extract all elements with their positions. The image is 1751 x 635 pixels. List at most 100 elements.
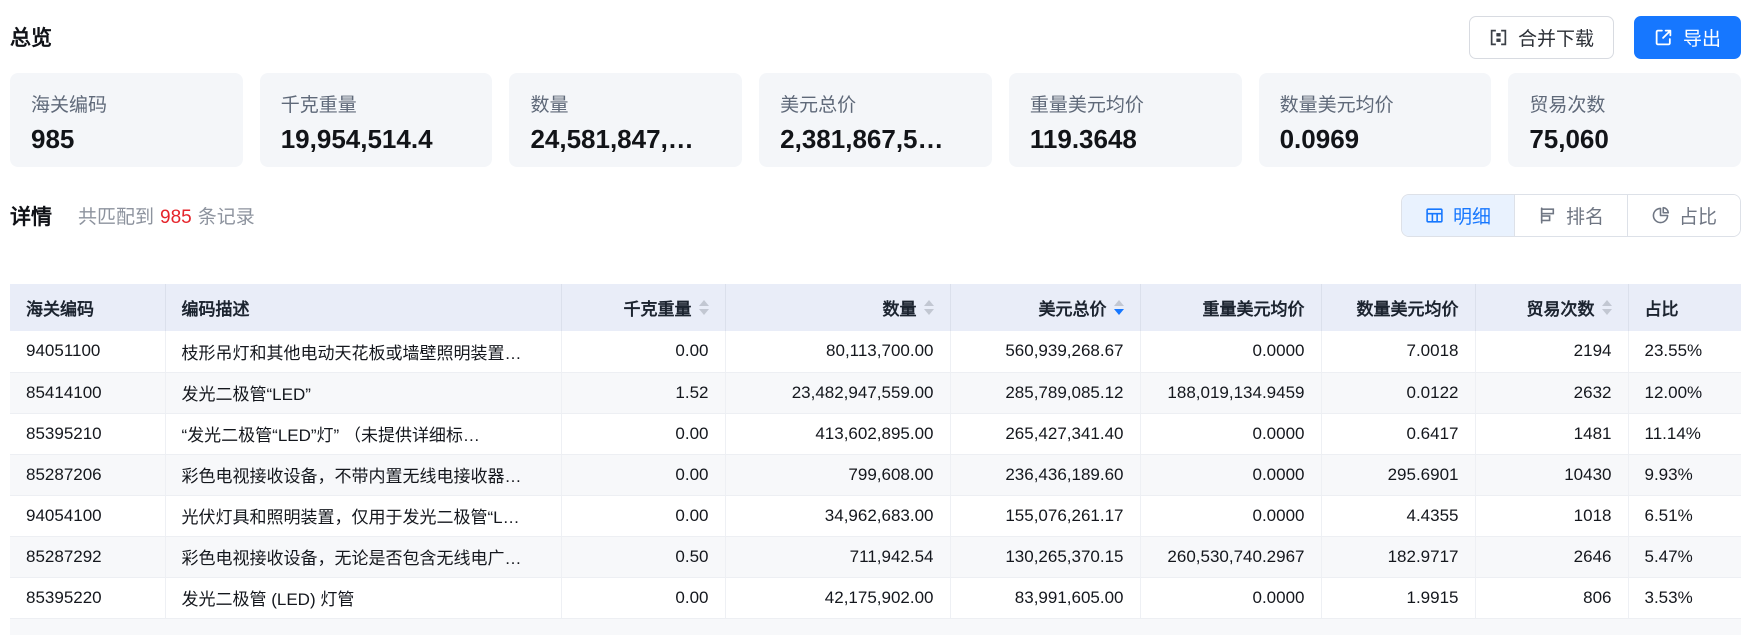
cell-share: 6.51% <box>1628 495 1741 536</box>
col-header-trade-count[interactable]: 贸易次数 <box>1475 284 1628 331</box>
cell-share: 5.47% <box>1628 536 1741 577</box>
sort-carets-icon[interactable] <box>1602 300 1612 315</box>
cell-usd-per-qty: 4.4355 <box>1321 495 1475 536</box>
cell-share: 11.14% <box>1628 413 1741 454</box>
stat-card-label: 贸易次数 <box>1529 90 1720 117</box>
stat-card-label: 千克重量 <box>281 90 472 117</box>
stat-card: 重量美元均价 119.3648 <box>1009 73 1242 167</box>
tab-detail[interactable]: 明细 <box>1402 195 1514 236</box>
table-row[interactable]: 85395210 “发光二极管“LED”灯” （未提供详细标… 0.00 413… <box>10 413 1741 454</box>
cell-quantity: 34,962,683.00 <box>725 495 950 536</box>
cell-usd-per-kg: 0.0000 <box>1140 495 1321 536</box>
cell-hs-code: 85287292 <box>10 536 165 577</box>
tab-detail-label: 明细 <box>1453 202 1491 229</box>
cell-kg-weight: 0.00 <box>561 577 725 618</box>
next-row-partial <box>10 619 1741 635</box>
cell-trade-count: 2194 <box>1475 331 1628 372</box>
stat-card-value: 119.3648 <box>1030 124 1221 155</box>
col-header-kg-weight[interactable]: 千克重量 <box>561 284 725 331</box>
cell-usd-total: 265,427,341.40 <box>950 413 1140 454</box>
cell-usd-total: 285,789,085.12 <box>950 372 1140 413</box>
tab-ranking[interactable]: 排名 <box>1514 195 1627 236</box>
topbar: 总览 合并下载 导出 <box>10 14 1741 60</box>
stat-card-label: 重量美元均价 <box>1030 90 1221 117</box>
cell-trade-count: 1481 <box>1475 413 1628 454</box>
stat-card-value: 19,954,514.4 <box>281 124 472 155</box>
cell-hs-code: 85414100 <box>10 372 165 413</box>
stat-card: 数量 24,581,847,… <box>509 73 742 167</box>
cell-description: 光伏灯具和照明装置，仅用于发光二极管“L… <box>165 495 561 536</box>
stat-card-value: 24,581,847,… <box>530 124 721 155</box>
col-header-usd-total[interactable]: 美元总价 <box>950 284 1140 331</box>
cell-usd-per-kg: 188,019,134.9459 <box>1140 372 1321 413</box>
table-row[interactable]: 94054100 光伏灯具和照明装置，仅用于发光二极管“L… 0.00 34,9… <box>10 495 1741 536</box>
table-header-row: 海关编码 编码描述 千克重量 数量 美元总价 重量美元均价 数量美元均价 贸易次… <box>10 284 1741 331</box>
ranking-icon <box>1538 206 1557 225</box>
page-title: 总览 <box>10 22 52 52</box>
stat-card: 贸易次数 75,060 <box>1508 73 1741 167</box>
sort-carets-icon[interactable] <box>924 300 934 315</box>
cell-kg-weight: 1.52 <box>561 372 725 413</box>
tab-share[interactable]: 占比 <box>1627 195 1740 236</box>
match-count-text: 共匹配到 985 条记录 <box>78 202 255 229</box>
table-row[interactable]: 85414100 发光二极管“LED” 1.52 23,482,947,559.… <box>10 372 1741 413</box>
cell-usd-per-kg: 0.0000 <box>1140 413 1321 454</box>
col-header-usd-per-qty: 数量美元均价 <box>1321 284 1475 331</box>
stat-card-value: 75,060 <box>1529 124 1720 155</box>
cell-usd-per-qty: 0.0122 <box>1321 372 1475 413</box>
table-row[interactable]: 85287292 彩色电视接收设备，无论是否包含无线电广… 0.50 711,9… <box>10 536 1741 577</box>
cell-trade-count: 2632 <box>1475 372 1628 413</box>
stat-card-label: 数量 <box>530 90 721 117</box>
cell-hs-code: 85395210 <box>10 413 165 454</box>
cell-usd-total: 236,436,189.60 <box>950 454 1140 495</box>
stat-card-value: 985 <box>31 124 222 155</box>
table-icon <box>1425 206 1444 225</box>
cell-usd-per-qty: 1.9915 <box>1321 577 1475 618</box>
table-row[interactable]: 85395220 发光二极管 (LED) 灯管 0.00 42,175,902.… <box>10 577 1741 618</box>
stat-card-label: 美元总价 <box>780 90 971 117</box>
detail-title: 详情 <box>10 201 52 231</box>
table-row[interactable]: 94051100 枝形吊灯和其他电动天花板或墙壁照明装置… 0.00 80,11… <box>10 331 1741 372</box>
table-row[interactable]: 85287206 彩色电视接收设备，不带内置无线电接收器… 0.00 799,6… <box>10 454 1741 495</box>
merge-cells-icon <box>1489 28 1508 47</box>
sort-carets-icon[interactable] <box>699 300 709 315</box>
stat-card: 美元总价 2,381,867,5… <box>759 73 992 167</box>
cell-description: 彩色电视接收设备，不带内置无线电接收器… <box>165 454 561 495</box>
sort-carets-icon-active-desc[interactable] <box>1114 300 1124 315</box>
tab-share-label: 占比 <box>1679 202 1717 229</box>
cell-description: 发光二极管“LED” <box>165 372 561 413</box>
cell-kg-weight: 0.50 <box>561 536 725 577</box>
stat-cards: 海关编码 985 千克重量 19,954,514.4 数量 24,581,847… <box>10 73 1741 167</box>
stat-card: 千克重量 19,954,514.4 <box>260 73 493 167</box>
cell-usd-total: 130,265,370.15 <box>950 536 1140 577</box>
cell-usd-per-qty: 295.6901 <box>1321 454 1475 495</box>
cell-hs-code: 94054100 <box>10 495 165 536</box>
cell-usd-total: 83,991,605.00 <box>950 577 1140 618</box>
cell-hs-code: 85287206 <box>10 454 165 495</box>
match-suffix: 条记录 <box>198 207 255 228</box>
col-header-description: 编码描述 <box>165 284 561 331</box>
cell-kg-weight: 0.00 <box>561 413 725 454</box>
cell-quantity: 799,608.00 <box>725 454 950 495</box>
cell-quantity: 23,482,947,559.00 <box>725 372 950 413</box>
topbar-actions: 合并下载 导出 <box>1469 16 1741 59</box>
cell-usd-per-qty: 0.6417 <box>1321 413 1475 454</box>
cell-usd-total: 560,939,268.67 <box>950 331 1140 372</box>
tab-ranking-label: 排名 <box>1566 202 1604 229</box>
match-count: 985 <box>160 207 192 228</box>
cell-share: 9.93% <box>1628 454 1741 495</box>
cell-description: “发光二极管“LED”灯” （未提供详细标… <box>165 413 561 454</box>
cell-usd-per-kg: 0.0000 <box>1140 577 1321 618</box>
match-prefix: 共匹配到 <box>78 207 154 228</box>
cell-share: 23.55% <box>1628 331 1741 372</box>
pie-chart-icon <box>1651 206 1670 225</box>
col-header-quantity[interactable]: 数量 <box>725 284 950 331</box>
cell-description: 发光二极管 (LED) 灯管 <box>165 577 561 618</box>
stat-card-value: 0.0969 <box>1280 124 1471 155</box>
cell-trade-count: 1018 <box>1475 495 1628 536</box>
merge-download-button[interactable]: 合并下载 <box>1469 16 1614 59</box>
export-button[interactable]: 导出 <box>1634 16 1741 59</box>
export-label: 导出 <box>1683 24 1721 51</box>
cell-usd-total: 155,076,261.17 <box>950 495 1140 536</box>
cell-kg-weight: 0.00 <box>561 331 725 372</box>
